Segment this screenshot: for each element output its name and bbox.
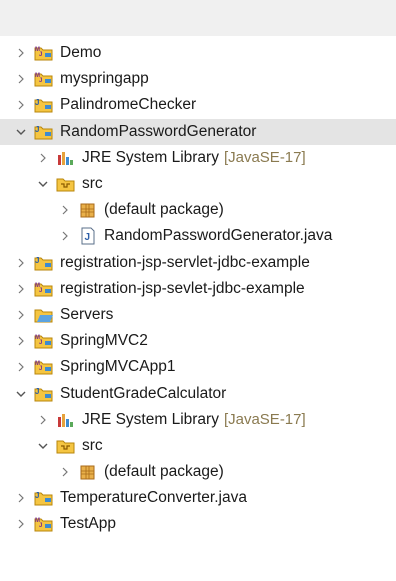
project-explorer-tree: M J Demo M J myspringapp J PalindromeChecker J Ra… xyxy=(0,40,396,538)
tree-item-demo-0[interactable]: M J Demo xyxy=(0,40,396,66)
svg-text:J: J xyxy=(39,366,42,372)
java-file-icon: J xyxy=(78,227,98,245)
tree-item-myspringapp-1[interactable]: M J myspringapp xyxy=(0,66,396,92)
tree-item-label: JRE System Library xyxy=(82,410,219,428)
tree-item-label: (default package) xyxy=(104,201,224,219)
maven-project-icon: MJ xyxy=(34,280,54,298)
chevron-right-icon[interactable] xyxy=(14,282,28,296)
maven-project-icon: MJ xyxy=(34,44,54,62)
svg-text:J: J xyxy=(39,523,42,529)
chevron-right-icon[interactable] xyxy=(14,98,28,112)
tree-item-springmvc2-11[interactable]: M J SpringMVC2 xyxy=(0,328,396,354)
java-project-icon: J xyxy=(34,254,54,272)
chevron-right-icon[interactable] xyxy=(36,413,50,427)
tree-item-default-package-16[interactable]: (default package) xyxy=(0,459,396,485)
svg-text:J: J xyxy=(39,340,42,346)
tree-item-palindromechecker-2[interactable]: J PalindromeChecker xyxy=(0,92,396,118)
chevron-right-icon[interactable] xyxy=(14,517,28,531)
view-toolbar xyxy=(0,0,396,36)
chevron-right-icon[interactable] xyxy=(14,491,28,505)
chevron-right-icon[interactable] xyxy=(58,203,72,217)
package-icon xyxy=(78,201,98,219)
source-folder-icon xyxy=(56,175,76,193)
chevron-right-icon[interactable] xyxy=(36,151,50,165)
tree-item-label: Demo xyxy=(60,44,102,62)
chevron-right-icon[interactable] xyxy=(14,256,28,270)
folder-project-icon xyxy=(34,306,54,324)
tree-item-label: registration-jsp-servlet-jdbc-example xyxy=(60,253,310,271)
tree-item-studentgradecalculator-13[interactable]: J StudentGradeCalculator xyxy=(0,380,396,406)
tree-item-jre-system-library-14[interactable]: JRE System Library [JavaSE-17] xyxy=(0,407,396,433)
maven-project-icon: MJ xyxy=(34,358,54,376)
tree-item-decoration: [JavaSE-17] xyxy=(223,149,306,167)
tree-item-label: StudentGradeCalculator xyxy=(60,384,227,402)
tree-item-label: src xyxy=(82,175,103,193)
package-icon xyxy=(78,463,98,481)
tree-item-label: SpringMVC2 xyxy=(60,332,148,350)
svg-text:J: J xyxy=(39,288,42,294)
chevron-right-icon[interactable] xyxy=(14,360,28,374)
svg-text:J: J xyxy=(85,232,91,243)
maven-project-icon: MJ xyxy=(34,332,54,350)
chevron-down-icon[interactable] xyxy=(14,125,28,139)
tree-item-label: JRE System Library xyxy=(82,148,219,166)
tree-item-decoration: [JavaSE-17] xyxy=(223,411,306,429)
java-project-icon: J xyxy=(34,123,54,141)
chevron-right-icon[interactable] xyxy=(14,72,28,86)
tree-item-label: RandomPasswordGenerator.java xyxy=(104,227,333,245)
svg-text:J: J xyxy=(35,125,39,134)
tree-item-label: SpringMVCApp1 xyxy=(60,358,176,376)
chevron-down-icon[interactable] xyxy=(36,439,50,453)
chevron-right-icon[interactable] xyxy=(58,465,72,479)
java-project-icon: J xyxy=(34,96,54,114)
tree-item-label: PalindromeChecker xyxy=(60,96,197,114)
svg-text:J: J xyxy=(39,78,42,84)
tree-item-testapp-18[interactable]: M J TestApp xyxy=(0,511,396,537)
library-icon xyxy=(56,149,76,167)
tree-item-label: myspringapp xyxy=(60,70,149,88)
svg-text:J: J xyxy=(39,52,42,58)
tree-item-label: TestApp xyxy=(60,515,117,533)
chevron-right-icon[interactable] xyxy=(14,334,28,348)
tree-item-label: Servers xyxy=(60,305,114,323)
tree-item-src-5[interactable]: src xyxy=(0,171,396,197)
chevron-down-icon[interactable] xyxy=(36,177,50,191)
java-project-icon: J xyxy=(34,385,54,403)
tree-item-registration-jsp-sevlet-jdbc-example-9[interactable]: M J registration-jsp-sevlet-jdbc-example xyxy=(0,276,396,302)
tree-item-randompasswordgenerator-3[interactable]: J RandomPasswordGenerator xyxy=(0,118,396,145)
svg-text:J: J xyxy=(35,256,39,265)
tree-item-label: registration-jsp-sevlet-jdbc-example xyxy=(60,279,305,297)
maven-project-icon: MJ xyxy=(34,70,54,88)
chevron-right-icon[interactable] xyxy=(58,229,72,243)
chevron-right-icon[interactable] xyxy=(14,46,28,60)
source-folder-icon xyxy=(56,437,76,455)
tree-item-servers-10[interactable]: Servers xyxy=(0,302,396,328)
tree-item-label: (default package) xyxy=(104,463,224,481)
chevron-right-icon[interactable] xyxy=(14,308,28,322)
tree-item-label: RandomPasswordGenerator xyxy=(60,122,257,140)
library-icon xyxy=(56,411,76,429)
svg-text:J: J xyxy=(35,98,39,107)
tree-item-label: TemperatureConverter.java xyxy=(60,489,247,507)
svg-text:J: J xyxy=(35,387,39,396)
tree-item-registration-jsp-servlet-jdbc-example-8[interactable]: Jregistration-jsp-servlet-jdbc-example xyxy=(0,250,396,276)
svg-text:J: J xyxy=(35,491,39,500)
tree-item-temperatureconverter-java-17[interactable]: J TemperatureConverter.java xyxy=(0,485,396,511)
tree-item-default-package-6[interactable]: (default package) xyxy=(0,197,396,223)
chevron-down-icon[interactable] xyxy=(14,387,28,401)
java-project-icon: J xyxy=(34,489,54,507)
maven-project-icon: MJ xyxy=(34,515,54,533)
tree-item-springmvcapp1-12[interactable]: M J SpringMVCApp1 xyxy=(0,354,396,380)
tree-item-src-15[interactable]: src xyxy=(0,433,396,459)
tree-item-jre-system-library-4[interactable]: JRE System Library [JavaSE-17] xyxy=(0,145,396,171)
tree-item-label: src xyxy=(82,436,103,454)
tree-item-randompasswordgenerator-java-7[interactable]: J RandomPasswordGenerator.java xyxy=(0,223,396,249)
